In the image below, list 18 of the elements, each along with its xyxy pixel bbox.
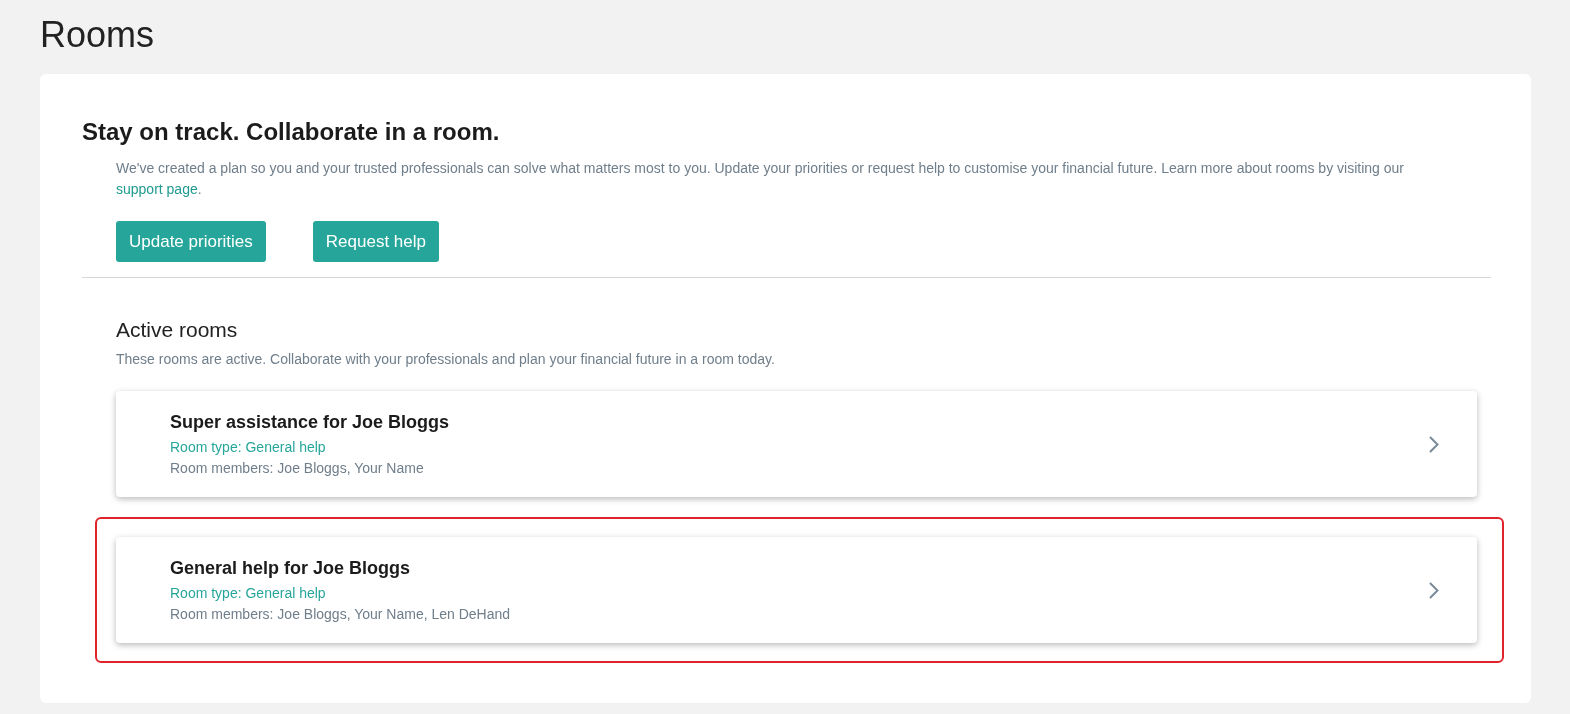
page-title: Rooms <box>40 13 156 57</box>
chevron-right-icon <box>1429 581 1439 599</box>
action-button[interactable]: Request help <box>312 221 439 262</box>
support-link[interactable]: support page <box>116 181 198 197</box>
room-members: Room members: Joe Bloggs, Your Name <box>170 460 425 476</box>
room-name: General help for Joe Bloggs <box>170 558 412 579</box>
room-type: Room type: General help <box>170 585 327 601</box>
subsection-text: These rooms are active. Collaborate with your professionals and plan your financial future in a room today. <box>116 351 776 367</box>
room-card[interactable]: General help for Joe Bloggs Room type: General help Room members: Joe Bloggs, Your Name, Len DeHand <box>116 537 1477 643</box>
subsection-heading: Active rooms <box>116 318 239 342</box>
room-card[interactable]: Super assistance for Joe Bloggs Room type: General help Room members: Joe Bloggs, Your Name <box>116 391 1477 497</box>
room-name: Super assistance for Joe Bloggs <box>170 412 450 433</box>
chevron-right-icon <box>1429 435 1439 453</box>
action-button[interactable]: Update priorities <box>116 221 266 262</box>
intro-text: We've created a plan so you and your trusted professionals can solve what matters most to you. Update your priorities or request help to customise your financial future. Learn more about rooms by visiting our support page. <box>116 159 1405 199</box>
room-members: Room members: Joe Bloggs, Your Name, Len DeHand <box>170 606 511 622</box>
room-type: Room type: General help <box>170 439 327 455</box>
section-heading: Stay on track. Collaborate in a room. <box>82 118 501 146</box>
